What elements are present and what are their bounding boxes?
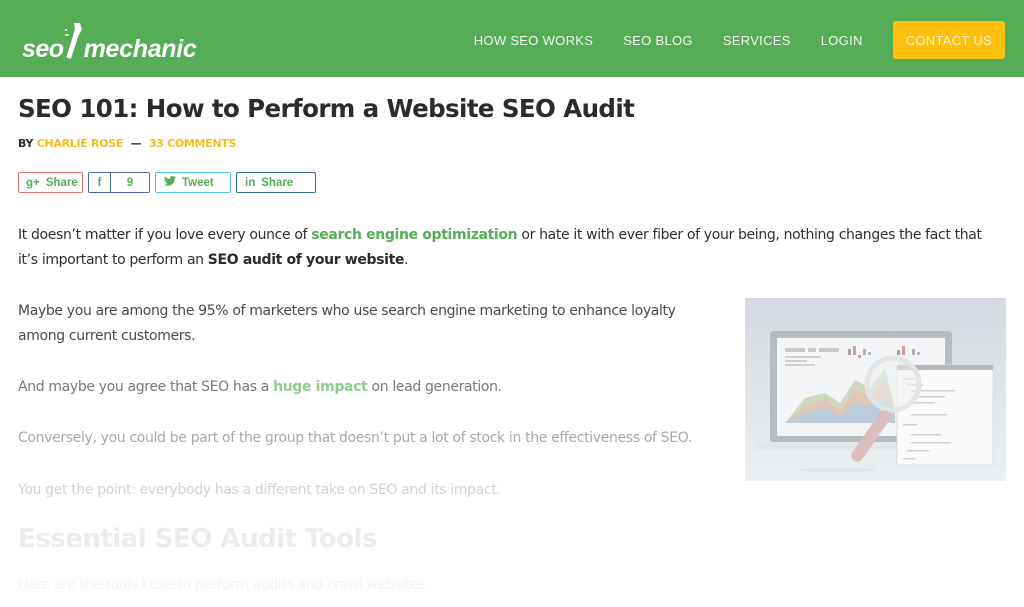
- comments-link[interactable]: 33 COMMENTS: [149, 137, 237, 150]
- point-paragraph: You get the point: everybody has a diffe…: [18, 482, 501, 498]
- huge-impact-link[interactable]: huge impact: [273, 379, 368, 395]
- intro-text-1: It doesn’t matter if you love every ounc…: [18, 227, 312, 243]
- section-heading-tools: Essential SEO Audit Tools: [18, 524, 377, 554]
- google-plus-share-button[interactable]: g+ Share: [18, 172, 83, 193]
- wrench-icon: [64, 23, 82, 59]
- conversely-paragraph: Conversely, you could be part of the gro…: [18, 430, 692, 446]
- facebook-share-button[interactable]: f 9: [88, 172, 150, 193]
- tools-intro-paragraph: Here are the tools I use to perform audi…: [18, 577, 430, 593]
- site-logo[interactable]: seo mechanic: [22, 18, 197, 62]
- marketers-paragraph: Maybe you are among the 95% of marketers…: [18, 299, 676, 349]
- google-plus-share-label: Share: [45, 176, 78, 189]
- article-title: SEO 101: How to Perform a Website SEO Au…: [18, 94, 635, 123]
- twitter-tweet-button[interactable]: Tweet: [155, 172, 231, 193]
- main-nav: HOW SEO WORKS SEO BLOG SERVICES LOGIN CO…: [474, 21, 1005, 59]
- linkedin-icon: in: [245, 176, 256, 189]
- byline-by: BY: [18, 137, 34, 150]
- linkedin-share-button[interactable]: in Share: [236, 172, 316, 193]
- google-plus-icon: g+: [26, 176, 40, 189]
- impact-text-1: And maybe you agree that SEO has a: [18, 379, 274, 395]
- seo-audit-bold: SEO audit of your website: [207, 252, 405, 268]
- marketers-line-2: among current customers.: [18, 328, 196, 344]
- site-header: seo mechanic HOW SEO WORKS SEO BLOG SERV…: [0, 0, 1024, 77]
- byline: BY CHARLIE ROSE — 33 COMMENTS: [18, 137, 236, 150]
- seo-link[interactable]: search engine optimization: [311, 227, 517, 243]
- nav-services[interactable]: SERVICES: [723, 33, 791, 48]
- nav-how-seo-works[interactable]: HOW SEO WORKS: [474, 33, 593, 48]
- facebook-icon: f: [89, 173, 111, 192]
- logo-text-mechanic: mechanic: [83, 35, 197, 63]
- intro-text-2: or hate it with ever fiber of your being…: [517, 227, 982, 243]
- twitter-icon: [164, 176, 176, 189]
- seo-audit-illustration: [745, 298, 1006, 481]
- illustration-graphic: [755, 331, 994, 472]
- logo-text-seo: seo: [22, 35, 64, 63]
- byline-separator: —: [130, 137, 142, 150]
- linkedin-share-label: Share: [261, 176, 294, 189]
- contact-us-button[interactable]: CONTACT US: [892, 21, 1005, 59]
- author-link[interactable]: CHARLIE ROSE: [37, 137, 124, 150]
- intro-text-end: .: [404, 252, 409, 268]
- intro-paragraph: It doesn’t matter if you love every ounc…: [18, 223, 982, 273]
- impact-paragraph: And maybe you agree that SEO has a huge …: [18, 375, 502, 400]
- twitter-tweet-label: Tweet: [182, 176, 214, 189]
- facebook-share-count: 9: [126, 176, 134, 189]
- marketers-line-1: Maybe you are among the 95% of marketers…: [18, 303, 676, 319]
- nav-login[interactable]: LOGIN: [821, 33, 863, 48]
- intro-text-3: it’s important to perform an: [18, 252, 208, 268]
- share-buttons: g+ Share f 9 Tweet in Share: [18, 172, 316, 193]
- magnifier-lens: [864, 355, 922, 413]
- impact-text-2: on lead generation.: [367, 379, 503, 395]
- nav-seo-blog[interactable]: SEO BLOG: [623, 33, 693, 48]
